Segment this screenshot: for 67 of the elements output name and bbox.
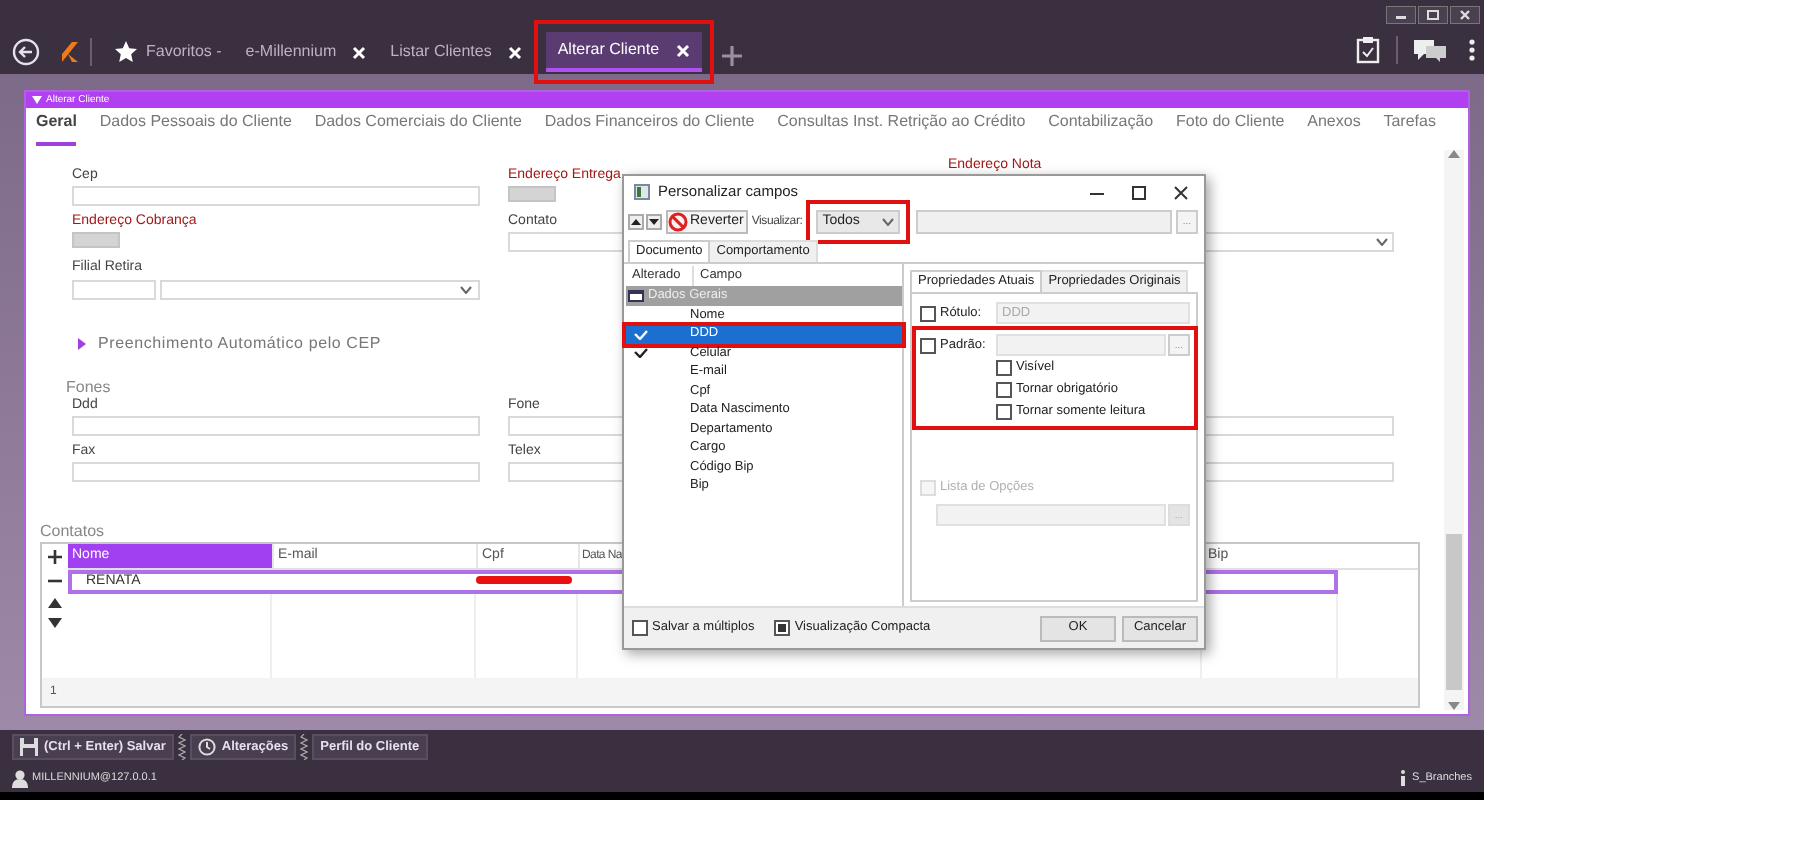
expander-label[interactable]: Preenchimento Automático pelo CEP [98,332,382,356]
checkbox[interactable] [920,305,936,321]
expand-icon[interactable] [76,338,88,350]
group-title: Fones [66,376,111,397]
save-icon [20,738,38,756]
move-down-icon[interactable] [48,618,62,628]
app-tab[interactable]: Listar Clientes [378,32,534,72]
lookup-field[interactable] [72,232,120,248]
input-field[interactable] [72,416,480,436]
section-tab[interactable]: Anexos [1307,110,1361,146]
more-icon[interactable] [1468,38,1476,62]
app-tab[interactable]: e-Millennium [233,32,379,72]
section-title: Contatos [40,524,105,540]
input-field[interactable] [916,210,1172,234]
input-field[interactable] [72,280,156,300]
table-icon [628,290,644,302]
lookup-field[interactable] [508,186,556,202]
dropdown-field[interactable] [160,280,480,300]
move-up-icon[interactable] [48,598,62,608]
collapse-icon[interactable] [32,96,42,104]
checkbox[interactable] [774,620,791,636]
section-tab[interactable]: Foto do Cliente [1175,110,1285,146]
scroll-down-icon[interactable] [1448,702,1460,710]
history-icon [197,738,216,756]
move-up-icon[interactable] [628,214,644,230]
logo-icon [60,40,80,64]
chevron-icon [1376,238,1388,246]
back-icon[interactable] [12,38,40,66]
window-icon [634,184,650,200]
checkbox[interactable] [920,337,936,353]
star-icon [114,40,138,64]
chevron-icon [882,218,895,226]
checkbox[interactable] [996,403,1012,419]
checkbox[interactable] [632,620,648,636]
add-icon[interactable] [48,550,62,564]
input-field[interactable] [72,186,480,206]
checkbox[interactable] [996,381,1012,397]
maximize-icon[interactable] [1132,185,1146,199]
close-icon[interactable] [1450,6,1480,24]
remove-icon[interactable] [48,574,62,588]
scrollbar[interactable] [1444,150,1464,710]
close-icon[interactable] [1174,185,1188,199]
scroll-up-icon[interactable] [1448,150,1460,158]
section-tab[interactable]: Contabilização [1048,110,1154,146]
user-icon [12,769,28,787]
favorites-menu[interactable]: Favoritos - [102,32,234,72]
maximize-icon[interactable] [1418,6,1448,24]
chevron-icon [460,286,472,294]
section-tab[interactable]: Dados Comerciais do Cliente [314,110,522,146]
input-field[interactable] [996,334,1166,356]
section-tab[interactable]: Dados Pessoais do Cliente [99,110,292,146]
minimize-icon[interactable] [1386,6,1416,24]
prohibited-icon [668,212,688,232]
scroll-thumb[interactable] [1446,534,1462,690]
info-icon [1400,770,1407,786]
input-field[interactable] [72,462,480,482]
checkbox[interactable] [996,359,1012,375]
separator-icon [177,734,186,760]
separator-icon [300,734,309,760]
add-tab-icon[interactable] [721,46,742,66]
section-tab[interactable]: Dados Financeiros do Cliente [544,110,755,146]
section-tab[interactable]: Geral [36,110,77,146]
clipboard-icon[interactable] [1356,36,1380,64]
section-tab[interactable]: Consultas Inst. Retrição ao Crédito [777,110,1026,146]
move-down-icon[interactable] [646,214,662,230]
section-tab[interactable]: Tarefas [1383,110,1436,146]
chat-icon[interactable] [1414,38,1446,62]
